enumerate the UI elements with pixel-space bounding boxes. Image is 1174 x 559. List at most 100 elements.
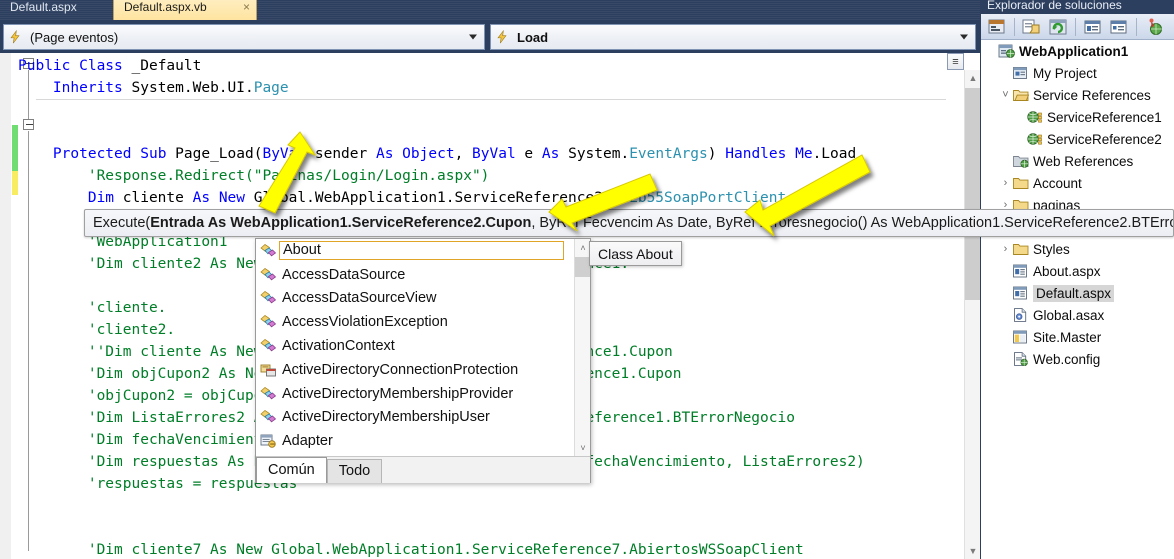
code-token: ByVal [472,146,525,162]
editor-splitter-handle[interactable]: ≡ [947,53,964,70]
tree-item-styles[interactable]: › Styles [981,238,1174,260]
config-icon [1012,351,1030,367]
tree-item-service-references[interactable]: ˅ Service References [981,84,1174,106]
tree-item-web-references[interactable]: Web References [981,150,1174,172]
member-dropdown[interactable]: Load [490,24,976,50]
completion-filter-tabs: Común Todo [256,456,590,483]
completion-tab-comun[interactable]: Común [256,457,327,483]
editor-vertical-scrollbar[interactable]: ▲ ▼ [964,70,980,559]
tab-label: Default.aspx.vb [124,0,207,14]
tree-item-servicereference1[interactable]: ServiceReference1 [981,106,1174,128]
code-line: Dim cliente As New Global.WebApplication… [18,187,865,209]
asax-icon [1012,307,1030,323]
code-token: , [454,146,473,162]
code-line: Protected Sub Page_Load(ByVal sender As … [18,143,865,165]
tree-item-account[interactable]: › Account [981,172,1174,194]
class-icon [260,338,277,354]
completion-scrollbar[interactable]: ˄ ˅ [574,239,590,456]
tree-item-global-asax[interactable]: Global.asax [981,304,1174,326]
completion-tab-todo[interactable]: Todo [326,459,383,483]
scroll-up-icon[interactable]: ▲ [965,70,980,86]
code-token: System.Web.UI. [131,80,254,96]
completion-item[interactable]: ActivationContext [256,334,590,358]
close-icon[interactable]: × [243,0,250,20]
code-token: Page_Load( [175,146,263,162]
signature-rest: , ByRef Fecvencim As Date, ByRef Errores… [531,215,1173,231]
toolbar-separator [1014,17,1015,36]
lightning-icon [10,30,20,44]
completion-item-label: AccessViolationException [282,314,448,331]
expander-icon[interactable]: › [999,177,1012,189]
tab-default-aspx-vb[interactable]: Default.aspx.vb × [113,0,257,20]
expander-icon[interactable]: › [999,243,1012,255]
intellisense-completion-popup[interactable]: About AccessDataSource AccessDataSourceVie… [255,238,591,483]
aspnet-configuration-icon[interactable] [1142,16,1166,38]
tree-item-label: Site.Master [1033,329,1102,345]
code-token: Dim [87,190,123,206]
quick-info-tooltip: Class About [589,241,682,266]
expander-icon[interactable]: ˅ [999,89,1012,101]
code-token: Class [79,58,132,74]
lightning-icon [497,30,507,44]
code-line: 'Response.Redirect("Paginas/Login/Login.… [18,165,865,187]
completion-item-label: AccessDataSource [282,266,406,283]
tree-item-default-aspx[interactable]: Default.aspx [981,282,1174,304]
tree-item-label: Styles [1033,241,1070,257]
tree-item-my-project[interactable]: My Project [981,62,1174,84]
code-token: As [192,190,219,206]
code-token: EventArgs [629,146,708,162]
completion-list[interactable]: About AccessDataSource AccessDataSourceVie… [256,239,590,456]
code-line: 'Dim cliente7 As New Global.WebApplicati… [18,539,865,559]
code-token: New [218,190,254,206]
show-all-files-icon[interactable] [1020,16,1044,38]
folder-icon [1012,175,1030,191]
completion-item[interactable]: ActiveDirectoryMembershipUser [256,406,590,430]
visual-studio-window: Default.aspx Default.aspx.vb × (Page eve… [0,0,1174,559]
class-icon [260,409,277,425]
enum-icon [260,362,277,378]
scroll-up-icon[interactable]: ˄ [575,239,590,256]
completion-item-label: Adapter [282,433,333,450]
master-page-icon [1012,329,1030,345]
solution-tree[interactable]: WebApplication1 My Project ˅ Service Refere… [981,40,1174,559]
scroll-down-icon[interactable]: ▼ [965,543,980,559]
completion-item-label: ActiveDirectoryConnectionProtection [282,361,519,378]
code-token: As [375,146,403,162]
view-code-icon[interactable] [1081,16,1105,38]
scrollbar-thumb[interactable] [965,88,980,300]
tree-item-servicereference2[interactable]: ServiceReference2 [981,128,1174,150]
object-dropdown[interactable]: (Page eventos) [3,24,485,50]
folder-open-icon [1012,87,1030,103]
completion-item[interactable]: AccessViolationException [256,310,590,334]
completion-item[interactable]: AccessDataSource [256,263,590,287]
tree-item-site-master[interactable]: Site.Master [981,326,1174,348]
scroll-down-icon[interactable]: ˅ [575,439,590,456]
tree-item-label: WebApplication1 [1019,43,1129,59]
chevron-down-icon[interactable] [469,34,477,40]
editor-navigation-bar: (Page eventos) Load [0,20,980,53]
tree-item-label: About.aspx [1033,263,1101,279]
completion-item[interactable]: AccessDataSourceView [256,287,590,311]
completion-item[interactable]: Adapter [256,429,590,453]
tree-item-about-aspx[interactable]: About.aspx [981,260,1174,282]
tree-item-label: Default.aspx [1033,284,1115,302]
chevron-down-icon[interactable] [960,34,968,40]
completion-item[interactable]: About [256,239,590,263]
tab-default-aspx[interactable]: Default.aspx [0,0,120,20]
completion-item[interactable]: ActiveDirectoryMembershipProvider [256,382,590,406]
properties-icon[interactable] [985,16,1009,38]
code-token: Object [402,146,455,162]
refresh-icon[interactable] [1046,16,1070,38]
scrollbar-thumb[interactable] [575,257,590,277]
code-token: Page [253,80,289,96]
code-token: 'objCupon2 = objCupon [87,388,272,404]
code-token: Sub [140,146,176,162]
completion-item[interactable]: ActiveDirectoryConnectionProtection [256,358,590,382]
object-dropdown-value: (Page eventos) [30,29,119,45]
tree-item-webapplication1[interactable]: WebApplication1 [981,40,1174,62]
view-designer-icon[interactable] [1107,16,1131,38]
tree-item-label: ServiceReference2 [1047,131,1162,147]
completion-item-label: ActivationContext [282,338,395,355]
tree-item-web-config[interactable]: Web.config [981,348,1174,370]
